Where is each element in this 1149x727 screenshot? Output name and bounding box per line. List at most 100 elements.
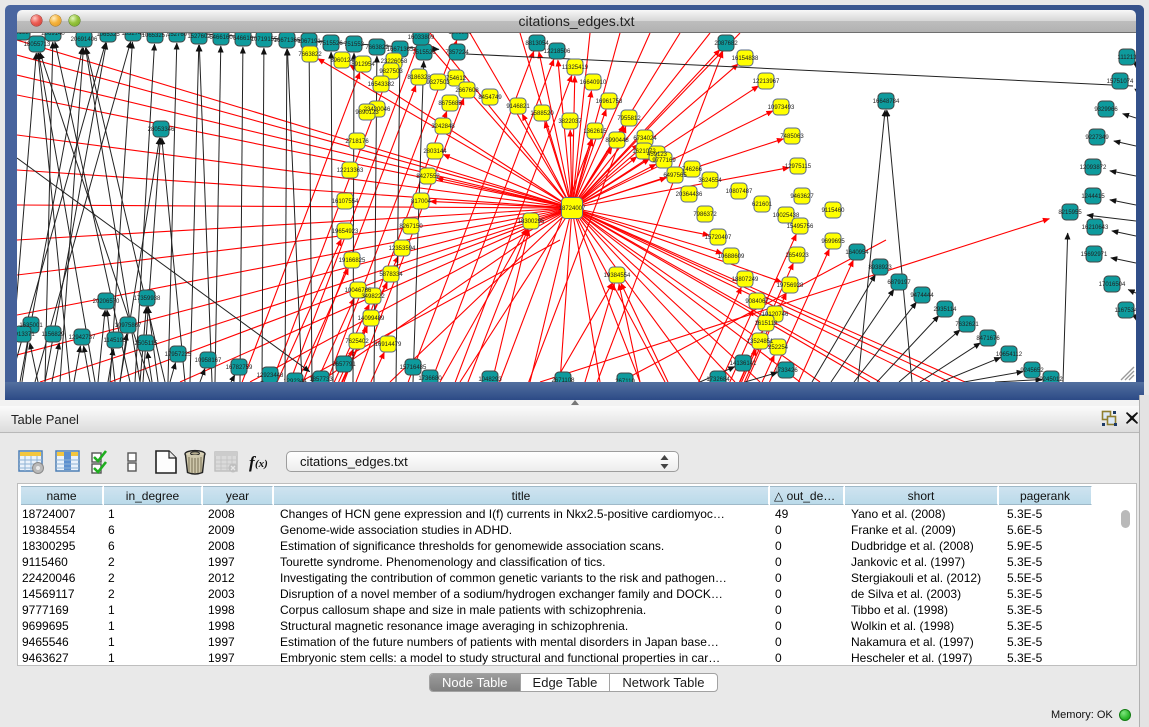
svg-text:16782759: 16782759 xyxy=(226,365,253,371)
svg-text:23226058: 23226058 xyxy=(381,59,408,65)
svg-text:111213: 111213 xyxy=(1117,55,1136,61)
svg-text:8427552: 8427552 xyxy=(416,174,440,180)
svg-text:1167534: 1167534 xyxy=(1115,308,1136,314)
svg-text:12923448: 12923448 xyxy=(257,373,284,379)
svg-text:20691406: 20691406 xyxy=(71,37,98,43)
svg-text:10973493: 10973493 xyxy=(768,105,795,111)
svg-text:16961758: 16961758 xyxy=(596,99,623,105)
svg-text:10653257: 10653257 xyxy=(142,33,169,39)
svg-text:2087682: 2087682 xyxy=(714,41,738,47)
svg-text:1603380: 1603380 xyxy=(448,33,472,36)
svg-text:18055713: 18055713 xyxy=(24,42,51,48)
svg-text:7986372: 7986372 xyxy=(693,212,717,218)
svg-text:8267150: 8267150 xyxy=(399,224,423,230)
svg-text:3913371: 3913371 xyxy=(17,332,35,338)
svg-text:8454749: 8454749 xyxy=(478,95,502,101)
svg-text:1067191: 1067191 xyxy=(297,39,321,45)
svg-text:16914479: 16914479 xyxy=(375,342,402,348)
svg-text:9245012: 9245012 xyxy=(1039,377,1063,382)
svg-text:28053346: 28053346 xyxy=(148,127,175,133)
svg-text:17957225: 17957225 xyxy=(165,352,192,358)
svg-text:1048293: 1048293 xyxy=(478,377,502,382)
svg-text:6734024: 6734024 xyxy=(633,136,657,142)
svg-text:10120746: 10120746 xyxy=(762,312,789,318)
svg-text:17016504: 17016504 xyxy=(1099,282,1126,288)
svg-text:1654923: 1654923 xyxy=(785,253,809,259)
svg-text:19166825: 19166825 xyxy=(339,258,366,264)
svg-text:5878334: 5878334 xyxy=(379,272,403,278)
svg-text:3624554: 3624554 xyxy=(698,178,722,184)
svg-text:9827503: 9827503 xyxy=(379,69,403,75)
svg-text:152760: 152760 xyxy=(167,33,188,38)
svg-text:8912954: 8912954 xyxy=(351,62,375,68)
svg-text:15716485: 15716485 xyxy=(400,365,427,371)
svg-text:1640954: 1640954 xyxy=(845,250,869,256)
svg-text:19384554: 19384554 xyxy=(604,273,631,279)
svg-text:20364436: 20364436 xyxy=(676,192,703,198)
svg-text:1736680: 1736680 xyxy=(418,376,442,382)
svg-text:18724007: 18724007 xyxy=(559,206,586,212)
svg-text:12942737: 12942737 xyxy=(69,335,96,341)
svg-text:16543382: 16543382 xyxy=(368,82,395,88)
svg-text:2803144: 2803144 xyxy=(423,149,447,155)
svg-text:7515526: 7515526 xyxy=(319,41,343,47)
svg-text:12213967: 12213967 xyxy=(753,79,780,85)
svg-text:10958167: 10958167 xyxy=(195,358,222,364)
svg-text:9329966: 9329966 xyxy=(1094,107,1118,113)
svg-text:1732684: 1732684 xyxy=(706,377,730,382)
svg-text:9463627: 9463627 xyxy=(790,194,814,200)
svg-text:8938923: 8938923 xyxy=(868,265,892,271)
svg-text:2505115: 2505115 xyxy=(135,341,159,347)
svg-text:2718176: 2718176 xyxy=(345,139,369,145)
svg-text:9084067: 9084067 xyxy=(745,299,769,305)
svg-text:754612: 754612 xyxy=(446,76,467,82)
svg-text:7357224: 7357224 xyxy=(445,50,469,56)
svg-text:7955812: 7955812 xyxy=(617,116,641,122)
svg-text:6497565: 6497565 xyxy=(663,173,687,179)
svg-text:16671365: 16671365 xyxy=(387,47,414,53)
svg-text:1145193: 1145193 xyxy=(104,338,128,344)
svg-text:6466160: 6466160 xyxy=(209,35,233,41)
svg-text:16210643: 16210643 xyxy=(1082,225,1109,231)
svg-text:1362615: 1362615 xyxy=(583,129,607,135)
svg-text:9474444: 9474444 xyxy=(910,293,934,299)
svg-text:10975867: 10975867 xyxy=(115,323,142,329)
svg-text:10654112: 10654112 xyxy=(996,352,1023,358)
svg-text:7663822: 7663822 xyxy=(298,52,322,58)
svg-text:12353594: 12353594 xyxy=(389,246,416,252)
svg-text:8675685: 8675685 xyxy=(438,101,462,107)
svg-text:9890123: 9890123 xyxy=(355,110,379,116)
svg-text:9146821: 9146821 xyxy=(506,104,530,110)
svg-text:1156829: 1156829 xyxy=(42,332,66,338)
svg-text:1527602: 1527602 xyxy=(187,34,211,40)
svg-text:9699695: 9699695 xyxy=(821,239,845,245)
svg-text:9657791: 9657791 xyxy=(332,362,356,368)
svg-text:8471676: 8471676 xyxy=(976,336,1000,342)
svg-text:2671108: 2671108 xyxy=(552,378,576,382)
svg-text:14136141: 14136141 xyxy=(730,361,757,367)
svg-text:7515526: 7515526 xyxy=(412,50,436,56)
svg-text:20206570: 20206570 xyxy=(93,299,120,305)
svg-text:9227349: 9227349 xyxy=(1085,135,1109,141)
svg-text:10688609: 10688609 xyxy=(718,254,745,260)
svg-text:15720407: 15720407 xyxy=(705,235,732,241)
svg-text:18807249: 18807249 xyxy=(732,277,759,283)
svg-text:15692971: 15692971 xyxy=(1081,252,1108,258)
svg-text:751552: 751552 xyxy=(344,42,365,48)
svg-text:10807487: 10807487 xyxy=(726,189,753,195)
svg-text:3242848: 3242848 xyxy=(431,124,455,130)
svg-text:267110: 267110 xyxy=(615,379,635,382)
svg-text:16107554: 16107554 xyxy=(332,199,359,205)
svg-text:10025438: 10025438 xyxy=(773,213,800,219)
svg-text:2935114: 2935114 xyxy=(934,307,958,313)
svg-text:19756928: 19756928 xyxy=(777,283,804,289)
svg-text:12218506: 12218506 xyxy=(544,49,571,55)
svg-text:1615112: 1615112 xyxy=(755,321,779,327)
svg-text:8813054: 8813054 xyxy=(525,41,549,47)
svg-text:1588520: 1588520 xyxy=(530,111,554,117)
svg-text:9777169: 9777169 xyxy=(652,158,676,164)
svg-text:14099489: 14099489 xyxy=(358,316,385,322)
svg-text:2667608: 2667608 xyxy=(455,88,479,94)
svg-text:7632621: 7632621 xyxy=(955,322,979,328)
svg-text:3822037: 3822037 xyxy=(558,119,582,125)
